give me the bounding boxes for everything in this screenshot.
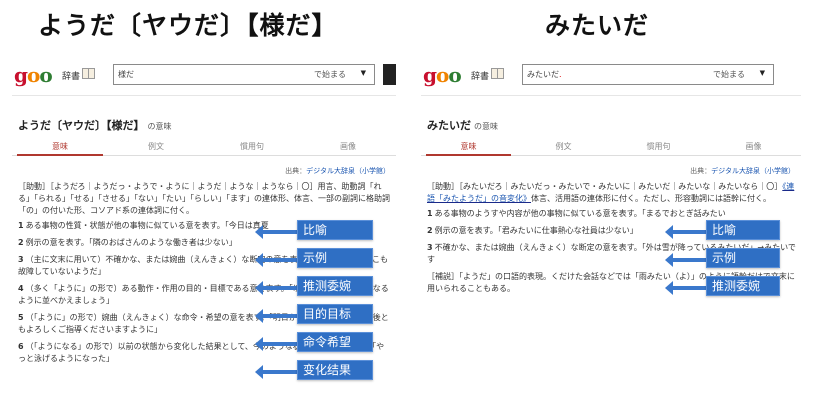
grammar-intro: ［助動］［みたいだろ｜みたいだっ・みたいで・みたいに｜みたいだ｜みたいな｜みたい… — [427, 182, 795, 203]
search-input[interactable]: みたいだ. で始まる ▼ — [522, 64, 774, 85]
tab-images[interactable]: 画像 — [706, 141, 801, 152]
book-icon — [491, 68, 504, 79]
arrow-icon — [665, 225, 710, 239]
callout-change: 变化结果 — [297, 360, 373, 380]
callout-simile: 比喻 — [297, 220, 373, 240]
tab-examples[interactable]: 例文 — [516, 141, 611, 152]
arrow-icon — [665, 281, 710, 295]
goo-logo[interactable]: goo — [14, 63, 53, 87]
source-link[interactable]: デジタル大辞泉（小学館） — [306, 167, 390, 175]
source-credit: 出典：デジタル大辞泉（小学館） — [285, 167, 390, 175]
grammar-intro: ［助動］［ようだろ｜ようだっ・ようで・ように｜ようだ｜ような｜ようなら｜〇］用言… — [18, 182, 390, 215]
entry-title-suffix: の意味 — [147, 122, 172, 131]
goo-logo[interactable]: goo — [423, 63, 462, 87]
search-button[interactable] — [383, 64, 396, 85]
search-mode-select[interactable]: で始まる — [713, 69, 745, 80]
tab-meaning[interactable]: 意味 — [12, 141, 108, 156]
entry-title: ようだ〔ヤウだ〕【様だ】 の意味 — [18, 119, 172, 132]
search-input[interactable]: 様だ で始まる ▼ — [113, 64, 375, 85]
dictionary-label: 辞書 — [62, 72, 81, 82]
callout-conjecture: 推测委婉 — [297, 276, 373, 296]
entry-tabs: 意味 例文 慣用句 画像 — [421, 136, 801, 156]
left-heading: ようだ〔ヤウだ〕【様だ】 — [38, 11, 338, 40]
entry-title-suffix: の意味 — [474, 122, 498, 131]
callout-command: 命令希望 — [297, 332, 373, 352]
tab-idioms[interactable]: 慣用句 — [204, 141, 300, 152]
search-value: みたいだ. — [527, 70, 562, 79]
arrow-icon — [665, 253, 710, 267]
site-header: goo 辞書 様だ で始まる ▼ — [12, 58, 396, 96]
entry-tabs: 意味 例文 慣用句 画像 — [12, 136, 396, 156]
arrow-icon — [255, 281, 300, 295]
arrow-icon — [255, 253, 300, 267]
arrow-icon — [255, 309, 300, 323]
tab-images[interactable]: 画像 — [300, 141, 396, 152]
tab-examples[interactable]: 例文 — [108, 141, 204, 152]
search-mode-select[interactable]: で始まる — [314, 69, 346, 80]
tab-meaning[interactable]: 意味 — [421, 141, 516, 156]
right-heading: みたいだ — [545, 11, 650, 40]
arrow-icon — [255, 225, 300, 239]
tab-idioms[interactable]: 慣用句 — [611, 141, 706, 152]
source-link[interactable]: デジタル大辞泉（小学館） — [711, 167, 795, 175]
callout-simile: 比喻 — [706, 220, 780, 240]
chevron-down-icon[interactable]: ▼ — [760, 69, 765, 77]
dictionary-label: 辞書 — [471, 72, 490, 82]
arrow-icon — [255, 337, 300, 351]
entry-title: みたいだ の意味 — [427, 119, 498, 132]
chevron-down-icon[interactable]: ▼ — [361, 69, 366, 77]
definition-item: 1 ある事物のようすや内容が他の事物に似ている意を表す。「まるでおとぎ話みたい — [427, 209, 726, 218]
source-credit: 出典：デジタル大辞泉（小学館） — [690, 167, 795, 175]
callout-conjecture: 推测委婉 — [706, 276, 780, 296]
callout-example: 示例 — [297, 248, 373, 268]
arrow-icon — [255, 365, 300, 379]
book-icon — [82, 68, 95, 79]
callout-example: 示例 — [706, 248, 780, 268]
site-header: goo 辞書 みたいだ. で始まる ▼ — [421, 58, 801, 96]
callout-purpose: 目的目标 — [297, 304, 373, 324]
search-value: 様だ — [118, 70, 134, 79]
